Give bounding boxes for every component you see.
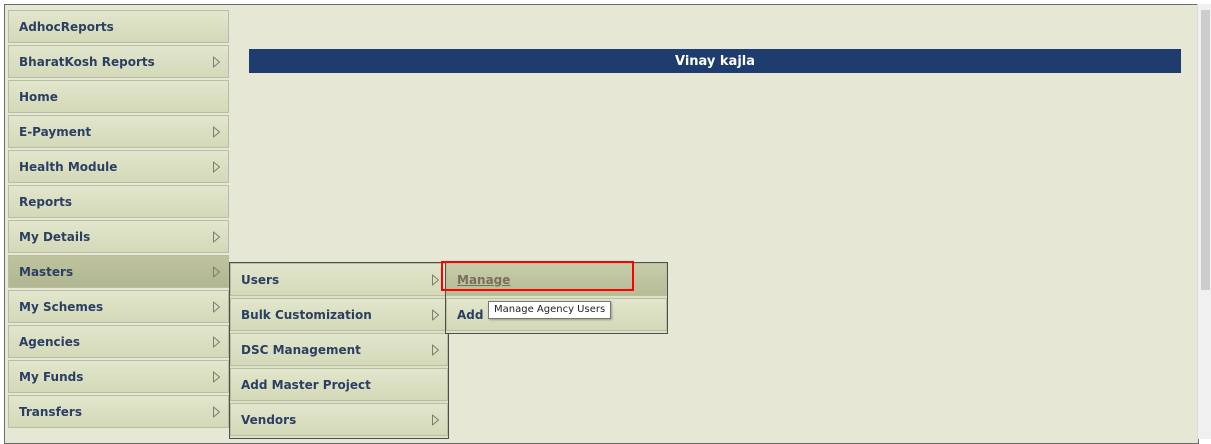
users-submenu: Manage Add New [445, 262, 668, 334]
menu-item-label: My Details [19, 229, 91, 244]
submenu-item-label: Users [241, 272, 280, 287]
banner-user-name: Vinay kajla [674, 53, 756, 69]
menu-item-agencies[interactable]: Agencies [8, 325, 229, 358]
user-banner: Vinay kajla [249, 49, 1181, 73]
menu-item-label: Transfers [19, 404, 82, 419]
menu-item-home[interactable]: Home [8, 80, 229, 113]
menu-item-my-details[interactable]: My Details [8, 220, 229, 253]
menu-item-label: AdhocReports [19, 19, 114, 34]
submenu-item-label: Bulk Customization [241, 307, 372, 322]
triangle-right-outline-icon [432, 414, 439, 425]
triangle-right-outline-icon [432, 309, 439, 320]
menu-item-label: Home [19, 89, 58, 104]
submenu-item-dsc-management[interactable]: DSC Management [230, 333, 448, 366]
menu-item-bharatkosh-reports[interactable]: BharatKosh Reports [8, 45, 229, 78]
submenu-item-bulk-customization[interactable]: Bulk Customization [230, 298, 448, 331]
menu-item-my-funds[interactable]: My Funds [8, 360, 229, 393]
triangle-right-outline-icon [213, 406, 220, 417]
submenu-item-manage[interactable]: Manage [446, 263, 667, 296]
menu-item-transfers[interactable]: Transfers [8, 395, 229, 428]
triangle-right-outline-icon [213, 231, 220, 242]
main-menu: AdhocReports BharatKosh Reports Home E-P… [8, 10, 229, 430]
triangle-right-outline-icon [432, 344, 439, 355]
menu-item-label: Agencies [19, 334, 81, 349]
vertical-scrollbar[interactable] [1197, 4, 1211, 439]
submenu-item-label: Vendors [241, 412, 297, 427]
submenu-item-users[interactable]: Users [230, 263, 448, 296]
menu-item-my-schemes[interactable]: My Schemes [8, 290, 229, 323]
tooltip-text: Manage Agency Users [494, 304, 606, 315]
menu-item-adhoc-reports[interactable]: AdhocReports [8, 10, 229, 43]
submenu-item-vendors[interactable]: Vendors [230, 403, 448, 436]
menu-item-label: My Schemes [19, 299, 104, 314]
triangle-right-outline-icon [213, 266, 220, 277]
masters-submenu: Users Bulk Customization DSC Management … [229, 262, 449, 439]
scrollbar-thumb[interactable] [1201, 10, 1210, 290]
submenu-item-add-master-project[interactable]: Add Master Project [230, 368, 448, 401]
menu-item-label: My Funds [19, 369, 84, 384]
menu-item-label: E-Payment [19, 124, 92, 139]
menu-item-label: Masters [19, 264, 74, 279]
menu-item-health-module[interactable]: Health Module [8, 150, 229, 183]
triangle-right-outline-icon [213, 336, 220, 347]
triangle-right-outline-icon [213, 371, 220, 382]
triangle-right-outline-icon [432, 274, 439, 285]
submenu-item-label: Manage [457, 272, 511, 287]
menu-item-reports[interactable]: Reports [8, 185, 229, 218]
submenu-item-label: DSC Management [241, 342, 361, 357]
triangle-right-outline-icon [213, 56, 220, 67]
menu-item-label: Health Module [19, 159, 118, 174]
menu-item-label: BharatKosh Reports [19, 54, 155, 69]
menu-item-masters[interactable]: Masters [8, 255, 229, 288]
submenu-item-label: Add Master Project [241, 377, 371, 392]
triangle-right-outline-icon [213, 161, 220, 172]
triangle-right-outline-icon [213, 301, 220, 312]
tooltip: Manage Agency Users [488, 301, 612, 319]
menu-item-e-payment[interactable]: E-Payment [8, 115, 229, 148]
triangle-right-outline-icon [213, 126, 220, 137]
menu-item-label: Reports [19, 194, 73, 209]
